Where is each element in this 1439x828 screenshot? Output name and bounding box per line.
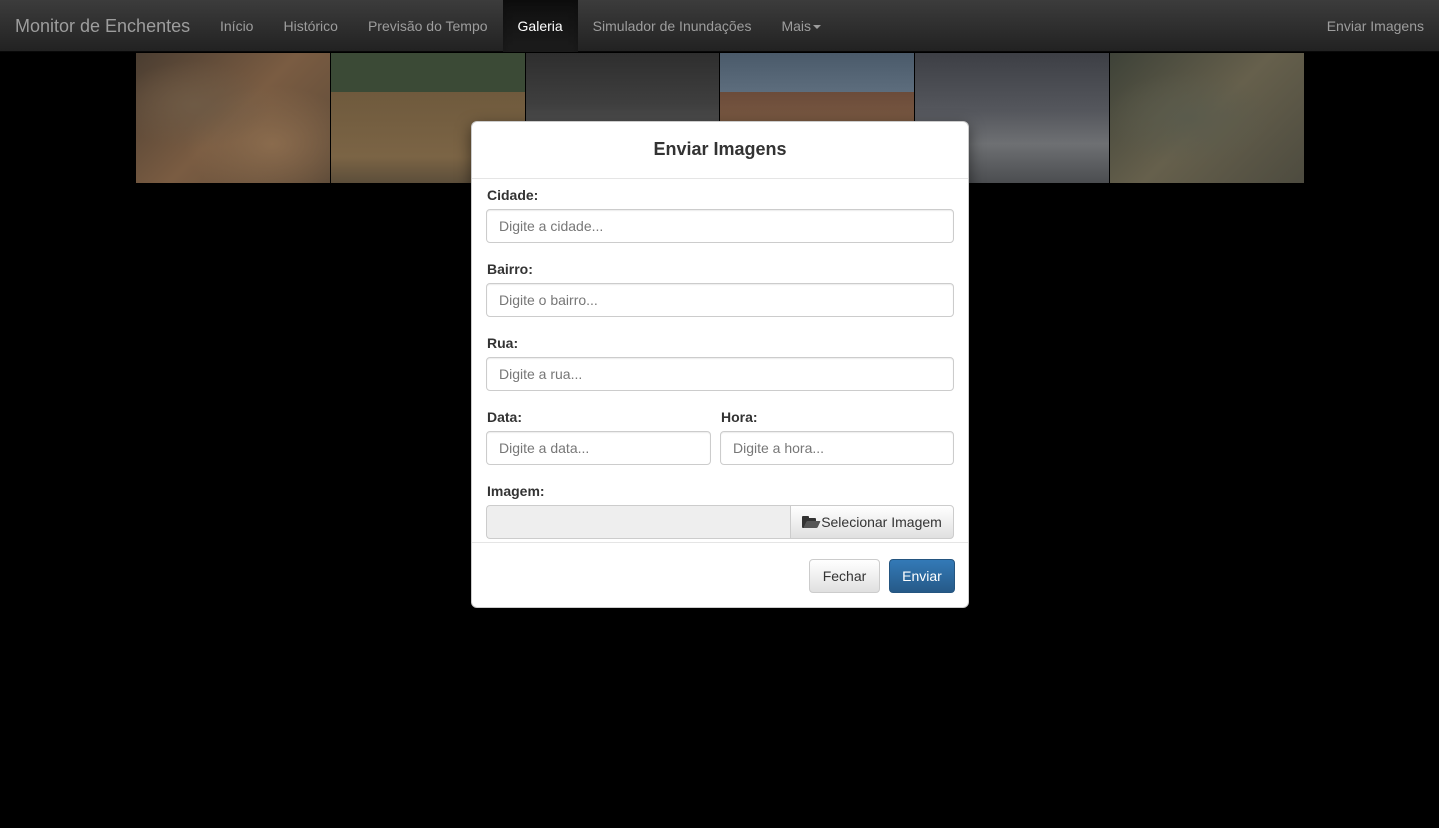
folder-open-icon bbox=[802, 516, 821, 528]
hora-label: Hora: bbox=[721, 409, 758, 425]
top-navbar: Monitor de Enchentes Início Histórico Pr… bbox=[0, 0, 1439, 52]
gallery-thumbnail[interactable] bbox=[1110, 53, 1304, 183]
modal-title: Enviar Imagens bbox=[653, 139, 787, 159]
imagem-label: Imagem: bbox=[487, 483, 545, 499]
bairro-label: Bairro: bbox=[487, 261, 533, 277]
nav-item-mais-label: Mais bbox=[781, 18, 812, 34]
data-input[interactable] bbox=[486, 431, 711, 465]
close-button[interactable]: Fechar bbox=[809, 559, 880, 593]
cidade-label: Cidade: bbox=[487, 187, 539, 203]
nav-item-galeria[interactable]: Galeria bbox=[502, 0, 578, 52]
rua-input[interactable] bbox=[486, 357, 954, 391]
modal-header: Enviar Imagens bbox=[472, 122, 968, 179]
nav-item-historico[interactable]: Histórico bbox=[268, 0, 352, 52]
nav-item-previsao[interactable]: Previsão do Tempo bbox=[353, 0, 503, 52]
nav-item-simulador[interactable]: Simulador de Inundações bbox=[578, 0, 767, 52]
caret-down-icon bbox=[813, 25, 822, 30]
nav-item-mais[interactable]: Mais bbox=[766, 0, 836, 52]
submit-button[interactable]: Enviar bbox=[889, 559, 955, 593]
select-image-button[interactable]: Selecionar Imagem bbox=[790, 505, 954, 539]
gallery-thumbnail[interactable] bbox=[136, 53, 330, 183]
nav-item-inicio[interactable]: Início bbox=[205, 0, 268, 52]
bairro-input[interactable] bbox=[486, 283, 954, 317]
cidade-input[interactable] bbox=[486, 209, 954, 243]
brand-link[interactable]: Monitor de Enchentes bbox=[15, 0, 190, 52]
rua-label: Rua: bbox=[487, 335, 519, 351]
modal-footer: Fechar Enviar bbox=[472, 542, 968, 607]
nav-item-enviar-imagens[interactable]: Enviar Imagens bbox=[1327, 0, 1424, 52]
image-filename-display bbox=[486, 505, 791, 539]
hora-input[interactable] bbox=[720, 431, 954, 465]
upload-images-modal: Enviar Imagens Cidade: Bairro: Rua: Data… bbox=[471, 121, 969, 608]
main-nav: Início Histórico Previsão do Tempo Galer… bbox=[205, 0, 836, 52]
data-label: Data: bbox=[487, 409, 523, 425]
select-image-label: Selecionar Imagem bbox=[821, 514, 942, 530]
